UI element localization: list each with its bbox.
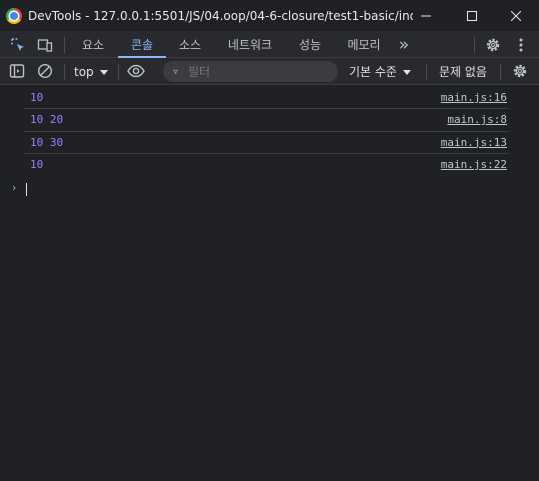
clear-console-button[interactable] — [36, 62, 54, 80]
toolbar-divider — [500, 64, 501, 80]
filter-box[interactable] — [163, 61, 338, 82]
source-link[interactable]: main.js:13 — [441, 136, 507, 149]
devtools-tab-bar: 요소 콘솔 소스 네트워크 성능 메모리 » — [0, 31, 539, 58]
clear-console-icon — [37, 63, 53, 79]
eye-icon — [127, 64, 145, 78]
inspect-element-button[interactable] — [9, 36, 27, 54]
filter-icon — [173, 69, 178, 74]
more-options-button[interactable] — [512, 36, 530, 54]
console-message: 10 20 main.js:8 — [24, 109, 509, 132]
console-message: 10 main.js:16 — [24, 87, 509, 110]
maximize-icon — [467, 10, 477, 21]
toolbar-divider — [474, 37, 475, 53]
more-options-icon — [519, 38, 523, 52]
console-prompt-icon: › — [12, 181, 17, 194]
message-value: 10 — [30, 157, 44, 171]
live-expression-button[interactable] — [127, 62, 145, 80]
more-tabs-button[interactable]: » — [393, 31, 415, 58]
filter-input[interactable] — [188, 64, 338, 79]
source-link[interactable]: main.js:22 — [441, 158, 507, 171]
tab-elements[interactable]: 요소 — [72, 31, 114, 58]
minimize-icon — [421, 15, 431, 16]
context-selector[interactable]: top — [74, 58, 109, 85]
console-settings-icon — [513, 64, 527, 78]
console-input-caret[interactable] — [26, 183, 27, 196]
chevron-down-icon — [402, 69, 411, 75]
tab-performance[interactable]: 성능 — [290, 31, 330, 58]
settings-button[interactable] — [484, 36, 502, 54]
close-window-button[interactable] — [493, 0, 539, 31]
device-toolbar-button[interactable] — [36, 36, 54, 54]
message-value: 10 20 — [30, 113, 64, 127]
console-toolbar: top 기본 수준 문제 없음 — [0, 58, 539, 85]
tab-memory[interactable]: 메모리 — [338, 31, 390, 58]
source-link[interactable]: main.js:16 — [441, 91, 507, 104]
chevron-down-icon — [99, 69, 108, 75]
console-message: 10 30 main.js:13 — [24, 132, 509, 154]
tab-console[interactable]: 콘솔 — [118, 31, 166, 58]
log-levels-label: 기본 수준 — [349, 65, 397, 79]
toolbar-divider — [64, 37, 65, 53]
toolbar-divider — [426, 64, 427, 80]
toolbar-divider — [64, 64, 65, 80]
sidebar-toggle-button[interactable] — [8, 62, 26, 80]
message-value: 10 — [30, 91, 44, 104]
maximize-button[interactable] — [449, 0, 495, 31]
issues-label: 문제 없음 — [439, 65, 487, 79]
console-messages: 10 main.js:16 10 20 main.js:8 10 30 main… — [0, 87, 539, 176]
issues-button[interactable]: 문제 없음 — [439, 58, 487, 85]
tab-sources[interactable]: 소스 — [170, 31, 210, 58]
console-message: 10 main.js:22 — [24, 154, 509, 176]
device-toolbar-icon — [37, 39, 53, 52]
console-settings-button[interactable] — [511, 62, 529, 80]
chrome-logo-icon — [6, 7, 22, 24]
settings-icon — [486, 38, 500, 52]
close-icon — [511, 10, 521, 21]
source-link[interactable]: main.js:8 — [447, 113, 507, 126]
message-value: 10 30 — [30, 135, 64, 149]
inspect-element-icon — [11, 38, 24, 51]
context-label: top — [74, 64, 94, 79]
minimize-button[interactable] — [403, 0, 449, 31]
sidebar-toggle-icon — [9, 64, 25, 78]
toolbar-divider — [118, 64, 119, 80]
window-title: DevTools - 127.0.0.1:5501/JS/04.oop/04-6… — [28, 8, 413, 23]
log-levels-dropdown[interactable]: 기본 수준 — [349, 58, 412, 85]
tab-network[interactable]: 네트워크 — [218, 31, 282, 58]
